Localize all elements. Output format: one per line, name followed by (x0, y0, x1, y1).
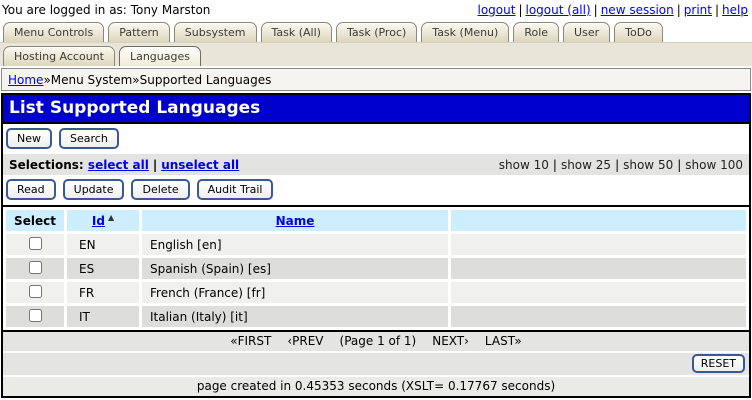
show-options: show 10 | show 25 | show 50 | show 100 (499, 158, 743, 172)
logout-link[interactable]: logout (478, 3, 516, 17)
table-row: IT Italian (Italy) [it] (6, 306, 746, 327)
breadcrumb-home-link[interactable]: Home (8, 73, 43, 87)
show-10-link[interactable]: show 10 (499, 158, 549, 172)
help-link[interactable]: help (722, 3, 748, 17)
breadcrumb-supported-languages: Supported Languages (139, 73, 272, 87)
column-header-extra (451, 210, 746, 231)
main-panel: List Supported Languages New Search Sele… (1, 93, 751, 398)
breadcrumb-menu-system: Menu System (50, 73, 133, 87)
update-button[interactable]: Update (62, 179, 125, 200)
menu-tab-strip: Menu Controls Pattern Subsystem Task (Al… (0, 18, 752, 42)
separator: | (615, 157, 620, 172)
selections-bar: Selections: select all | unselect all show… (3, 154, 749, 175)
read-button[interactable]: Read (6, 179, 56, 200)
data-table-section: Select Id ▲ Name EN English [en] ES Spani… (3, 205, 749, 332)
sort-by-id-link[interactable]: Id (92, 214, 105, 228)
table-header-row: Select Id ▲ Name (6, 210, 746, 231)
column-header-name: Name (142, 210, 448, 231)
pagination-first: «FIRST (230, 334, 272, 348)
sub-tab-strip: Hosting Account Languages (0, 42, 752, 66)
table-row: ES Spanish (Spain) [es] (6, 258, 746, 279)
cell-id: FR (67, 282, 139, 303)
breadcrumb: Home»Menu System»Supported Languages (1, 68, 751, 91)
page-title: List Supported Languages (3, 95, 749, 124)
logged-in-user: Tony Marston (130, 2, 211, 17)
cell-id: ES (67, 258, 139, 279)
tab-task-all[interactable]: Task (All) (260, 22, 332, 42)
row-checkbox[interactable] (28, 260, 42, 274)
selections-label: Selections: (9, 157, 84, 172)
cell-extra (451, 234, 746, 255)
separator: | (593, 2, 598, 17)
cell-extra (451, 282, 746, 303)
search-button[interactable]: Search (59, 128, 119, 149)
separator: | (552, 157, 557, 172)
column-header-select: Select (6, 210, 64, 231)
row-checkbox[interactable] (28, 308, 42, 322)
show-50-link[interactable]: show 50 (623, 158, 673, 172)
session-links: logout | logout (all) | new session | print | he… (478, 3, 749, 17)
reset-button[interactable]: RESET (691, 354, 745, 373)
print-link[interactable]: print (684, 3, 712, 17)
row-checkbox[interactable] (28, 236, 42, 250)
pagination-prev: ‹PREV (287, 334, 324, 348)
timing-bar: page created in 0.45353 seconds (XSLT= 0… (3, 377, 749, 396)
tab-role[interactable]: Role (513, 22, 560, 42)
tab-subsystem[interactable]: Subsystem (173, 22, 257, 42)
breadcrumb-separator: » (43, 73, 51, 87)
row-checkbox[interactable] (28, 284, 42, 298)
top-action-buttons: New Search (3, 124, 749, 154)
select-all-link[interactable]: select all (88, 158, 149, 172)
pagination-bar: «FIRST ‹PREV (Page 1 of 1) NEXT› LAST» (3, 332, 749, 351)
separator: | (518, 2, 523, 17)
table-row: FR French (France) [fr] (6, 282, 746, 303)
languages-table: Select Id ▲ Name EN English [en] ES Spani… (3, 207, 749, 330)
logged-in-label: You are logged in as: (2, 2, 127, 17)
table-row: EN English [en] (6, 234, 746, 255)
tab-task-proc[interactable]: Task (Proc) (335, 22, 418, 42)
separator: | (677, 157, 682, 172)
selections-left: Selections: select all | unselect all (9, 158, 239, 172)
cell-name: French (France) [fr] (142, 282, 448, 303)
separator: | (676, 2, 681, 17)
logout-all-link[interactable]: logout (all) (526, 3, 591, 17)
tab-task-menu[interactable]: Task (Menu) (421, 22, 510, 42)
cell-id: IT (67, 306, 139, 327)
show-100-link[interactable]: show 100 (685, 158, 743, 172)
unselect-all-link[interactable]: unselect all (161, 158, 239, 172)
cell-name: English [en] (142, 234, 448, 255)
cell-name: Spanish (Spain) [es] (142, 258, 448, 279)
cell-id: EN (67, 234, 139, 255)
tab-menu-controls[interactable]: Menu Controls (3, 22, 105, 42)
delete-button[interactable]: Delete (131, 179, 190, 200)
separator: | (152, 157, 158, 172)
tab-pattern[interactable]: Pattern (108, 22, 170, 42)
column-header-id: Id ▲ (67, 210, 139, 231)
new-session-link[interactable]: new session (601, 3, 674, 17)
show-25-link[interactable]: show 25 (561, 158, 611, 172)
breadcrumb-separator: » (132, 73, 140, 87)
audit-trail-button[interactable]: Audit Trail (196, 179, 274, 200)
new-button[interactable]: New (6, 128, 52, 149)
sort-by-name-link[interactable]: Name (276, 214, 315, 228)
logged-in-text: You are logged in as: Tony Marston (2, 3, 210, 17)
row-action-buttons: Read Update Delete Audit Trail (3, 175, 749, 205)
cell-extra (451, 258, 746, 279)
pagination-next: NEXT› (432, 334, 469, 348)
tab-user[interactable]: User (563, 22, 611, 42)
tab-todo[interactable]: ToDo (614, 22, 663, 42)
pagination-last: LAST» (484, 334, 522, 348)
cell-extra (451, 306, 746, 327)
separator: | (715, 2, 720, 17)
tab-languages[interactable]: Languages (118, 46, 201, 66)
sort-ascending-icon: ▲ (107, 213, 115, 222)
cell-name: Italian (Italy) [it] (142, 306, 448, 327)
top-bar: You are logged in as: Tony Marston logou… (0, 0, 752, 18)
pagination-page-info: (Page 1 of 1) (339, 334, 417, 348)
reset-bar: RESET (3, 353, 749, 375)
tab-hosting-account[interactable]: Hosting Account (3, 46, 115, 66)
